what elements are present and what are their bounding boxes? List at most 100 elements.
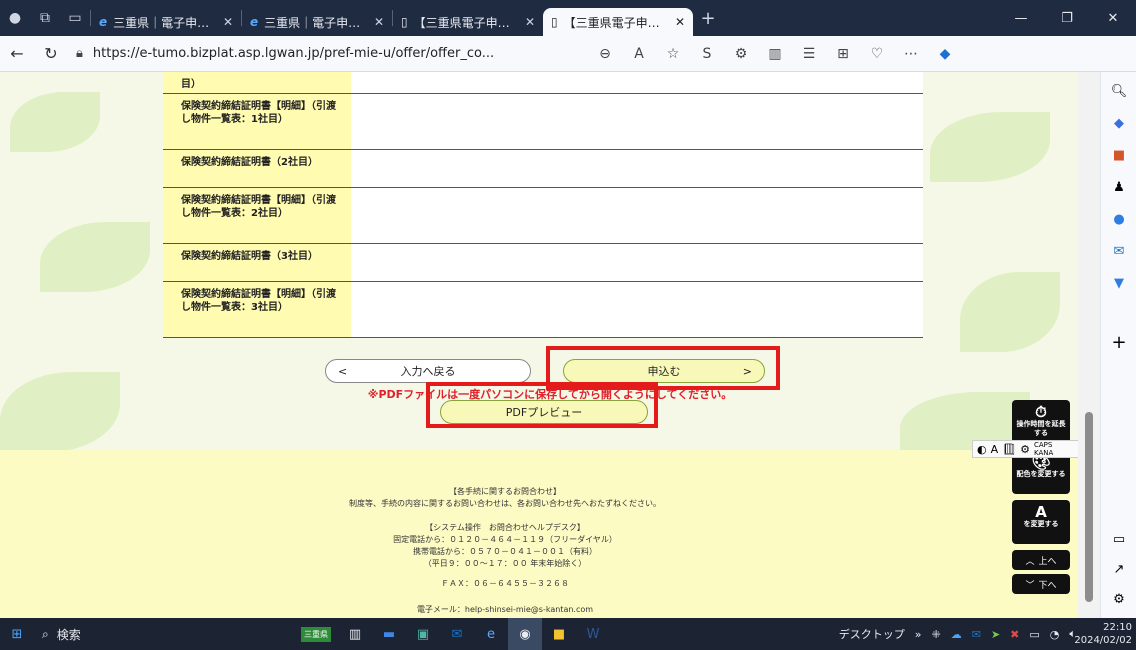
text-size-button[interactable]: A を変更する <box>1012 500 1070 544</box>
page-icon: ▯ <box>551 15 558 29</box>
apply-button[interactable]: 申込む > <box>563 359 765 383</box>
browser-tab-4-active[interactable]: ▯ 【三重県電子申請・届 ✕ <box>543 8 693 36</box>
mobile-phone: 携帯電話から：０５７０－０４１－００１（有料） <box>413 547 597 556</box>
close-icon[interactable]: ✕ <box>374 15 384 29</box>
copilot-icon[interactable]: ◆ <box>928 36 962 72</box>
read-aloud-icon[interactable]: A <box>622 36 656 72</box>
windows-taskbar: ⊞ ⌕ 検索 三重県 ▥ ▬ ▣ ✉ e ◉ ■ W デスクトップ » ⁜ ☁ … <box>0 618 1136 650</box>
security-icon[interactable]: ✖ <box>1010 628 1019 641</box>
extend-time-button[interactable]: ⏱ 操作時間を延長する <box>1012 400 1070 444</box>
battery-icon[interactable]: ▭ <box>1029 628 1039 641</box>
window-controls: — ❐ ✕ <box>998 0 1136 36</box>
button-label: 申込む <box>647 365 681 378</box>
text-size-icon: A <box>1035 503 1047 521</box>
close-icon[interactable]: ✕ <box>223 15 233 29</box>
edge-icon[interactable]: ◉ <box>508 618 542 650</box>
external-link-icon[interactable]: ↗ <box>1101 562 1136 577</box>
more-icon[interactable]: ⋯ <box>894 36 928 72</box>
row-label: 保険契約締結証明書【明細】（引渡し物件一覧表：1社目） <box>163 94 351 149</box>
ime-mode[interactable]: A <box>991 443 999 456</box>
network-icon[interactable]: ⁜ <box>932 628 941 641</box>
toolbox-icon[interactable]: ■ <box>1101 148 1136 163</box>
games-icon[interactable]: ♟ <box>1101 180 1136 195</box>
split-screen-icon[interactable]: ▥ <box>758 36 792 72</box>
tab-title: 【三重県電子申請・ <box>413 15 519 30</box>
browser-tab-1[interactable]: e 三重県｜電子申請・ ✕ <box>91 8 241 36</box>
office-icon[interactable]: ● <box>1101 212 1136 227</box>
page-icon: ▯ <box>401 15 408 29</box>
restore-icon[interactable]: ❐ <box>1044 0 1090 36</box>
url-field[interactable]: 🔒︎ https://e-tumo.bizplat.asp.lgwan.jp/p… <box>68 40 588 68</box>
page-content: 目） 保険契約締結証明書【明細】（引渡し物件一覧表：1社目） 保険契約締結証明書… <box>0 72 1100 618</box>
file-explorer-icon[interactable]: ▬ <box>372 618 406 650</box>
ie-icon[interactable]: e <box>474 618 508 650</box>
kana-indicator: KANA <box>1033 449 1054 457</box>
attachment-table: 目） 保険契約締結証明書【明細】（引渡し物件一覧表：1社目） 保険契約締結証明書… <box>163 72 923 338</box>
close-icon[interactable]: ✕ <box>675 15 685 29</box>
refresh-icon[interactable]: ↻ <box>34 36 68 72</box>
hours: （平日９：００～１７：００ 年末年始除く） <box>423 559 587 568</box>
chevron-right-icon: > <box>742 364 752 378</box>
edge-sidebar: 🔍︎ ◆ ■ ♟ ● ✉ ▼ + ▭ ↗ ⚙ <box>1100 72 1136 618</box>
leaf-decoration <box>40 222 150 292</box>
zoom-icon[interactable]: ⊖ <box>588 36 622 72</box>
row-label: 目） <box>163 72 351 93</box>
caps-indicator: CAPS <box>1033 441 1053 449</box>
drop-icon[interactable]: ▼ <box>1101 276 1136 291</box>
scroll-down-button[interactable]: ﹀ 下へ <box>1012 574 1070 594</box>
browser-tab-2[interactable]: e 三重県｜電子申請・ ✕ <box>242 8 392 36</box>
favorite-star-icon[interactable]: ☆ <box>656 36 690 72</box>
app-badge[interactable]: 三重県 <box>294 618 338 650</box>
leaf-decoration <box>0 372 120 452</box>
monitor-app-icon[interactable]: ▣ <box>406 618 440 650</box>
table-row: 保険契約締結証明書（3社目） <box>163 244 923 282</box>
wifi-icon[interactable]: ◔ <box>1050 628 1060 641</box>
tab-actions-icon[interactable]: ▭ <box>60 0 90 36</box>
footer-title: 【各手続に関するお問合わせ】 <box>449 487 561 496</box>
settings-icon[interactable]: ⚙ <box>1101 592 1136 607</box>
helpdesk-title: 【システム操作 お問合わせヘルプデスク】 <box>425 523 585 532</box>
windows-start-icon[interactable]: ⊞ <box>0 618 34 650</box>
desktop-label[interactable]: デスクトップ <box>839 626 905 642</box>
page-scrollbar[interactable] <box>1078 72 1100 618</box>
leaf-decoration <box>930 112 1050 182</box>
collections-icon[interactable]: ⊞ <box>826 36 860 72</box>
task-view-icon[interactable]: ▥ <box>338 618 372 650</box>
table-row: 保険契約締結証明書（2社目） <box>163 150 923 188</box>
favorites-icon[interactable]: ☰ <box>792 36 826 72</box>
address-bar: ← ↻ 🔒︎ https://e-tumo.bizplat.asp.lgwan.… <box>0 36 1136 72</box>
dictionary-icon[interactable]: 📕︎ <box>1002 443 1016 456</box>
sticky-app-icon[interactable]: ■ <box>542 618 576 650</box>
outlook-icon[interactable]: ✉ <box>440 618 474 650</box>
clock[interactable]: 22:10 2024/02/02 <box>1074 618 1132 650</box>
pdf-preview-button[interactable]: PDFプレビュー <box>440 400 648 424</box>
close-window-icon[interactable]: ✕ <box>1090 0 1136 36</box>
close-icon[interactable]: ✕ <box>525 15 535 29</box>
add-icon[interactable]: + <box>1101 332 1136 353</box>
scroll-up-button[interactable]: ︿ 上へ <box>1012 550 1070 570</box>
performance-icon[interactable]: ♡ <box>860 36 894 72</box>
defender-icon[interactable]: ➤ <box>991 628 1000 641</box>
onedrive-icon[interactable]: ☁ <box>951 628 962 641</box>
workspaces-icon[interactable]: ⧉ <box>30 0 60 36</box>
outlook-tray-icon[interactable]: ✉ <box>972 628 981 641</box>
sidebar-layout-icon[interactable]: ▭ <box>1101 532 1136 547</box>
chevron-right-icon[interactable]: » <box>915 628 922 641</box>
search-icon[interactable]: 🔍︎ <box>1101 84 1136 99</box>
profile-icon[interactable]: ● <box>0 0 30 36</box>
back-icon[interactable]: ← <box>0 36 34 72</box>
taskbar-search[interactable]: ⌕ 検索 <box>34 626 184 643</box>
back-to-input-button[interactable]: < 入力へ戻る <box>325 359 531 383</box>
shopping-tag-icon[interactable]: ◆ <box>1101 116 1136 131</box>
word-icon[interactable]: W <box>576 618 610 650</box>
timer-icon: ⏱ <box>1035 403 1047 421</box>
tools-icon[interactable]: ⚙ <box>1020 443 1030 456</box>
extensions-icon[interactable]: ⚙ <box>724 36 758 72</box>
new-tab-button[interactable]: + <box>693 8 723 29</box>
leaf-decoration <box>960 272 1060 352</box>
extension-s-icon[interactable]: S <box>690 36 724 72</box>
scrollbar-thumb[interactable] <box>1085 412 1093 602</box>
outlook-icon[interactable]: ✉ <box>1101 244 1136 259</box>
browser-tab-3[interactable]: ▯ 【三重県電子申請・ ✕ <box>393 8 543 36</box>
minimize-icon[interactable]: — <box>998 0 1044 36</box>
